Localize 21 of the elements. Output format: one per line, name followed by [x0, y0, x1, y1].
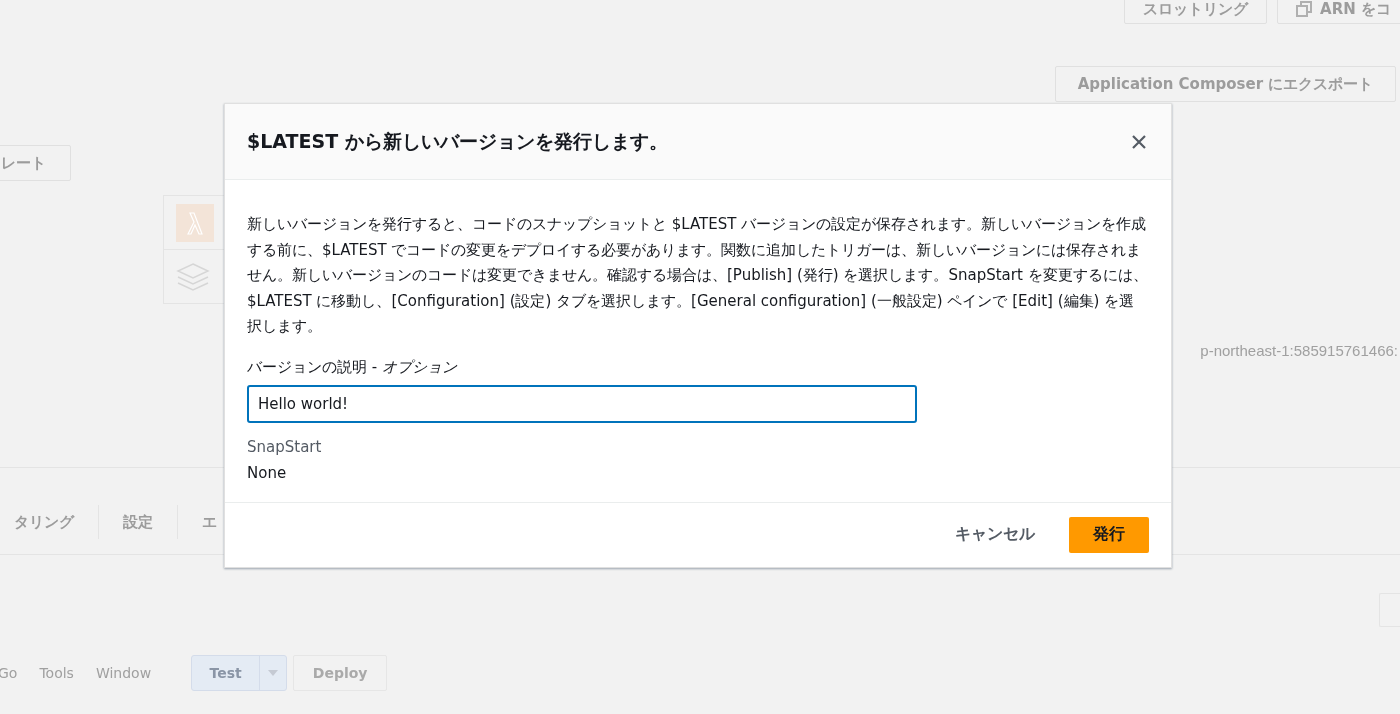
export-button[interactable]: Application Composer にエクスポート	[1055, 66, 1396, 102]
lambda-icon	[176, 203, 214, 242]
snapstart-value: None	[247, 463, 288, 482]
snapstart-label: SnapStart	[247, 437, 323, 456]
close-icon	[1131, 133, 1147, 150]
background-button[interactable]: スロットリング	[1124, 0, 1268, 24]
menu-item[interactable]: Tools	[39, 665, 74, 681]
dialog-title: $LATEST から新しいバージョンを発行します。	[247, 128, 668, 154]
publish-button[interactable]: 発行	[1069, 516, 1149, 553]
arn-text: p-northeast-1:585915761466:	[1200, 342, 1398, 359]
background-button[interactable]: ARN をコ	[1277, 0, 1400, 24]
background-button[interactable]: レート	[0, 145, 71, 181]
layers-icon	[176, 261, 210, 292]
description-field[interactable]: Hello world!	[247, 384, 917, 423]
tab[interactable]: タリング	[0, 512, 98, 532]
tab[interactable]: 設定	[99, 512, 177, 532]
menu-item[interactable]: Window	[95, 665, 152, 681]
field-label: バージョンの説明 - オプション	[247, 357, 458, 377]
cancel-button[interactable]: キャンセル	[937, 516, 1053, 553]
caret-icon	[268, 670, 279, 676]
description-text: 新しいバージョンを発行すると、コードのスナップショットと $LATEST バージョンの設定が保存されます。新しいバージョンを作成する前に、$LATEST でコードの変更をデプロイする必要があります。関数に追加したトリガーは、新しいバージョンには保存されません。新しいバージョンのコードは変更できません。確認する場合は、[Publish] (発行) を選択します。SnapStart を変更するには、$LATEST に移動し、[Configuration] (設定) タブを選択します。[General configuration] (一般設定) ペインで [Edit] (編集) を選択します。	[247, 214, 1149, 337]
